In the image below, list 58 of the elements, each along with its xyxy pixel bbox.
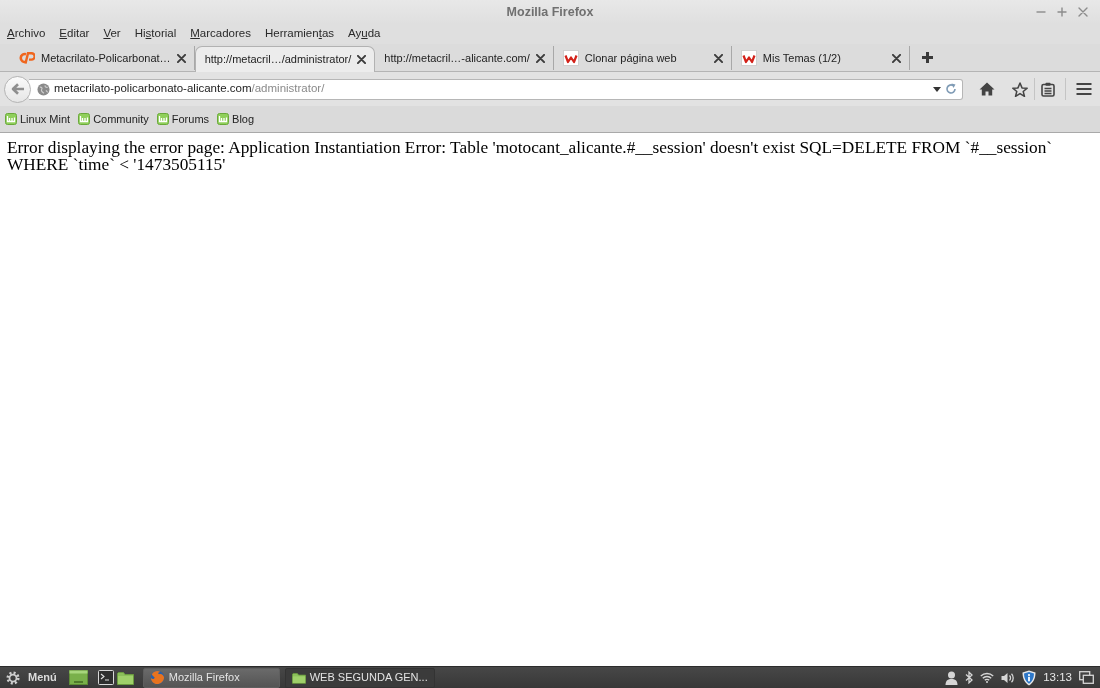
bookmark-item[interactable]: Linux Mint <box>5 110 71 128</box>
windows-icon[interactable] <box>1079 671 1094 684</box>
dropdown-caret-icon[interactable] <box>933 86 941 92</box>
window-title: Mozilla Firefox <box>506 3 594 21</box>
logo-icon <box>562 50 579 66</box>
reload-icon[interactable] <box>945 83 957 95</box>
terminal-icon[interactable] <box>97 670 114 685</box>
menu-item[interactable]: Archivo <box>7 25 46 43</box>
menu-item[interactable]: Marcadores <box>190 25 251 43</box>
close-icon[interactable] <box>891 53 901 63</box>
user-icon[interactable] <box>945 670 959 685</box>
logo-tile-icon <box>217 113 230 125</box>
browser-tab[interactable]: http://metacril…/administrator/ <box>194 46 376 72</box>
taskbar-window-button[interactable]: WEB SEGUNDA GEN... <box>284 667 435 688</box>
bookmark-item[interactable]: Forums <box>156 110 210 128</box>
home-icon[interactable] <box>979 82 995 96</box>
gear-icon <box>6 670 20 685</box>
folder-icon[interactable] <box>116 670 134 685</box>
browser-icon <box>149 670 165 685</box>
close-icon[interactable] <box>535 53 545 63</box>
taskbar-window-button[interactable]: Mozilla Firefox <box>142 667 280 688</box>
folder-icon <box>291 671 306 684</box>
back-button[interactable] <box>4 75 31 103</box>
bluetooth-icon[interactable] <box>965 671 974 684</box>
bookmark-item[interactable]: Community <box>78 110 149 128</box>
menu-item[interactable]: Herramientas <box>265 25 335 43</box>
back-arrow-icon <box>10 83 25 95</box>
logo-icon <box>740 50 757 66</box>
logo-tile-icon <box>5 113 17 125</box>
shield-icon[interactable] <box>1022 669 1037 686</box>
menu-item[interactable]: Historial <box>134 25 177 43</box>
star-icon[interactable] <box>1012 81 1028 97</box>
menu-item[interactable]: Editar <box>59 25 90 43</box>
close-icon[interactable] <box>176 53 186 63</box>
error-message: Error displaying the error page: Application Instantiation Error: Table 'motocant_alicante.#__session' doesn't exist SQL=DELETE FROM `#__session` WHERE `time` < '1473505115' <box>7 139 1054 173</box>
bookmark-item[interactable]: Blog <box>217 110 255 128</box>
menu-button[interactable]: Menú <box>6 669 61 686</box>
menu-icon[interactable] <box>1076 82 1092 96</box>
menu-item[interactable]: Ayuda <box>348 25 381 43</box>
clipboard-icon[interactable] <box>1041 81 1055 97</box>
wifi-icon[interactable] <box>980 672 995 683</box>
menu-item[interactable]: Ver <box>103 25 121 43</box>
clock-text[interactable]: 13:13 <box>1043 668 1072 687</box>
logo-tile-icon <box>156 113 169 125</box>
logo-icon <box>19 52 35 64</box>
browser-tab[interactable]: Clonar página web <box>553 46 732 70</box>
url-text: metacrilato-policarbonato-alicante.com/administrator/ <box>54 81 326 97</box>
address-field[interactable]: metacrilato-policarbonato-alicante.com/administrator/ <box>29 78 963 100</box>
close-icon[interactable] <box>357 55 367 64</box>
close-icon[interactable] <box>713 53 723 63</box>
monitor-icon[interactable] <box>68 670 88 685</box>
logo-tile-icon <box>78 113 91 125</box>
browser-tab[interactable]: Mis Temas (1/2) <box>731 46 910 70</box>
volume-icon[interactable] <box>1001 671 1016 684</box>
globe-icon <box>37 82 50 96</box>
browser-tab[interactable]: http://metacril…-alicante.com/ <box>375 46 554 70</box>
browser-tab[interactable]: Metacrilato-Policarbonat… <box>10 46 195 70</box>
plus-icon[interactable] <box>921 52 933 63</box>
